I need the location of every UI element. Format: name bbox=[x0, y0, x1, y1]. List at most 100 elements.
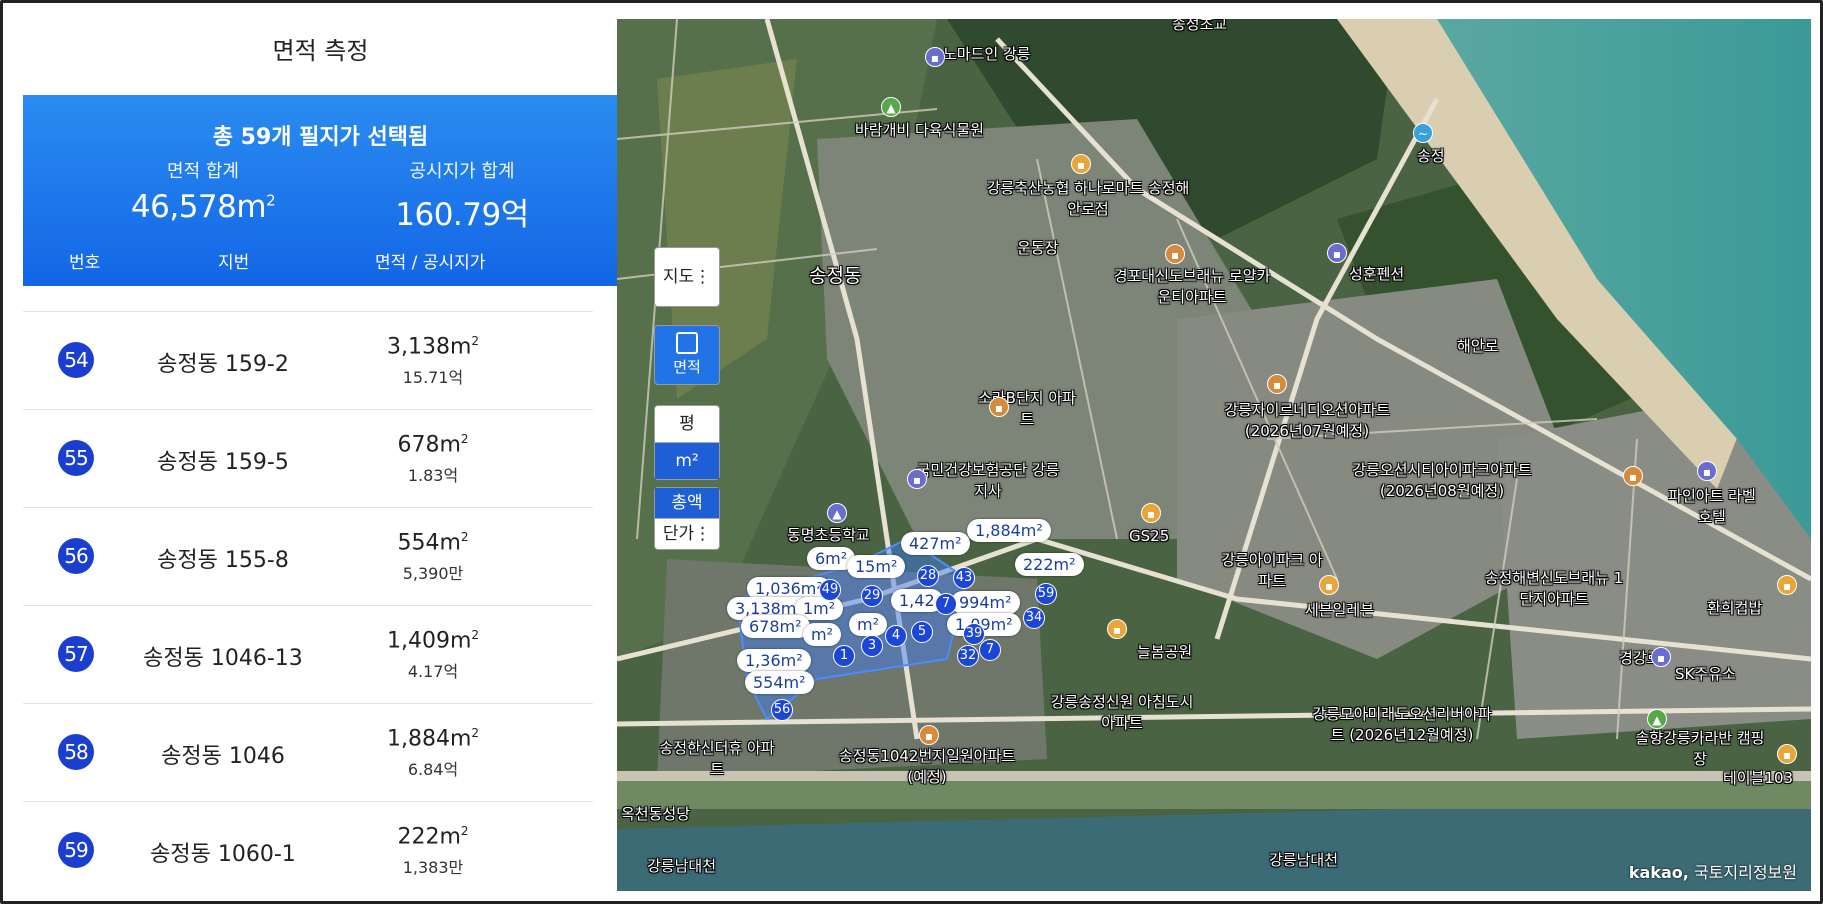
parcel-marker[interactable]: 3 bbox=[861, 635, 883, 657]
office-icon: ▪ bbox=[907, 469, 927, 489]
price-mode-toggle[interactable]: 총액 단가⋮ bbox=[654, 487, 720, 550]
unit-m2-option[interactable]: m² bbox=[655, 442, 719, 479]
restaurant-icon: ▪ bbox=[1777, 744, 1797, 764]
map-label: 강릉아이파크 아파트 bbox=[1221, 551, 1323, 590]
price-total-value: 160.79억 bbox=[395, 197, 529, 233]
map-label: 옥천동성당 bbox=[621, 805, 691, 823]
parcel-list[interactable]: 54 송정동 159-2 3,138m2 15.71억 55 송정동 159-5… bbox=[23, 311, 593, 899]
parcel-marker[interactable]: 32 bbox=[957, 645, 979, 667]
parcel-marker[interactable]: 28 bbox=[917, 565, 939, 587]
parcel-number: 59 bbox=[58, 832, 94, 868]
area-bubble[interactable]: 1,884m² bbox=[967, 519, 1051, 542]
area-bubble[interactable]: m² bbox=[803, 623, 841, 646]
map-label: 노마드인 강릉 bbox=[943, 45, 1031, 63]
area-tool-button[interactable]: 면적 bbox=[654, 325, 720, 385]
panel-title: 면적 측정 bbox=[272, 37, 369, 65]
map-label: 성훈펜션 bbox=[1349, 265, 1405, 283]
area-bubble[interactable]: 222m² bbox=[1015, 553, 1084, 576]
map-label: 송정한신더휴 아파트 bbox=[659, 739, 775, 778]
col-jibun: 지번 bbox=[218, 253, 250, 273]
area-bubble[interactable]: 554m² bbox=[745, 671, 814, 694]
mart-icon: ▪ bbox=[1071, 154, 1091, 174]
convenience-store-icon: ▪ bbox=[1319, 575, 1339, 595]
parcel-marker[interactable]: 5 bbox=[911, 621, 933, 643]
total-price-option[interactable]: 총액 bbox=[655, 488, 719, 518]
area-bubble[interactable]: 1,36m² bbox=[737, 649, 811, 672]
parcel-area: 1,884m2 bbox=[386, 726, 480, 752]
map-label: 해안로 bbox=[1457, 337, 1499, 355]
area-bubble[interactable]: 994m² bbox=[951, 591, 1020, 614]
unit-toggle[interactable]: 평 m² bbox=[654, 405, 720, 480]
parcel-price: 1,383만 bbox=[402, 858, 464, 877]
parcel-number: 56 bbox=[58, 538, 94, 574]
parcel-jibun: 송정동 1046 bbox=[161, 744, 285, 769]
parcel-marker[interactable]: 7 bbox=[979, 639, 1001, 661]
map-label: 경포대신도브래뉴 로얄카운티아파트 bbox=[1113, 267, 1271, 306]
map-label: 강릉오션시티아이파크아파트 (2026년08월예정) bbox=[1352, 461, 1532, 500]
area-bubble[interactable]: 15m² bbox=[847, 555, 906, 578]
motel-icon: ▪ bbox=[925, 47, 945, 67]
parcel-marker[interactable]: 29 bbox=[861, 585, 883, 607]
map-label: 강릉남대천 bbox=[1269, 851, 1339, 869]
apartment-icon: ▪ bbox=[989, 397, 1009, 417]
parcel-row[interactable]: 54 송정동 159-2 3,138m2 15.71억 bbox=[23, 311, 593, 409]
parcel-row[interactable]: 56 송정동 155-8 554m2 5,390만 bbox=[23, 507, 593, 605]
parcel-marker[interactable]: 1 bbox=[833, 645, 855, 667]
camping-icon: ▲ bbox=[1647, 709, 1667, 729]
map-label: 파인아트 라벨호텔 bbox=[1668, 487, 1756, 526]
apartment-icon: ▪ bbox=[1623, 466, 1643, 486]
parcel-marker[interactable]: 43 bbox=[953, 567, 975, 589]
parcel-row[interactable]: 59 송정동 1060-1 222m2 1,383만 bbox=[23, 801, 593, 899]
parcel-price: 1.83억 bbox=[407, 466, 459, 485]
map-label: 바람개비 다육식물원 bbox=[855, 121, 984, 139]
area-bubble[interactable]: m² bbox=[849, 613, 887, 636]
parcel-area: 678m2 bbox=[397, 432, 469, 458]
map-label: 송정 bbox=[1417, 147, 1445, 165]
parcel-row[interactable]: 58 송정동 1046 1,884m2 6.84억 bbox=[23, 703, 593, 801]
map-label: 송정동1042번지일원아파트 (예정) bbox=[838, 747, 1016, 786]
map-label: 늘봄공원 bbox=[1137, 643, 1193, 661]
pension-icon: ▪ bbox=[1327, 243, 1347, 263]
parcel-marker[interactable]: 4 bbox=[885, 625, 907, 647]
parcel-marker[interactable]: 7 bbox=[935, 593, 957, 615]
area-tool-icon bbox=[676, 332, 698, 354]
map-label: 강릉축산농협 하나로마트 송정해안로점 bbox=[986, 179, 1190, 218]
apartment-icon: ▪ bbox=[919, 725, 939, 745]
parcel-jibun: 송정동 1060-1 bbox=[150, 842, 296, 867]
parcel-number: 54 bbox=[58, 342, 94, 378]
map-label: 솔향강릉카라반 캠핑장 bbox=[1635, 729, 1765, 768]
map-label: 송정동 bbox=[809, 265, 862, 287]
parcel-price: 15.71억 bbox=[402, 368, 464, 387]
parcel-row[interactable]: 57 송정동 1046-13 1,409m2 4.17억 bbox=[23, 605, 593, 703]
hotel-icon: ▪ bbox=[1697, 461, 1717, 481]
parcel-row[interactable]: 55 송정동 159-5 678m2 1.83억 bbox=[23, 409, 593, 507]
gas-station-icon: ▪ bbox=[1651, 647, 1671, 667]
parcel-marker[interactable]: 34 bbox=[1023, 607, 1045, 629]
satellite-map[interactable]: 지도⋮ 면적 평 m² 총액 단가⋮ 송정초교 노마드인 강릉 바람개비 다육식… bbox=[617, 19, 1811, 891]
parcel-marker[interactable]: 49 bbox=[819, 579, 841, 601]
app-frame: 면적 측정 총 59개 필지가 선택됨 면적 합계 46,578m2 공시지가 … bbox=[0, 0, 1823, 904]
map-type-control[interactable]: 지도⋮ bbox=[654, 247, 720, 307]
unit-price-option[interactable]: 단가⋮ bbox=[655, 518, 719, 549]
park-icon: ▪ bbox=[1107, 619, 1127, 639]
price-total-label: 공시지가 합계 bbox=[409, 161, 515, 182]
area-total-value: 46,578m2 bbox=[130, 189, 276, 225]
parcel-number: 55 bbox=[58, 440, 94, 476]
map-imagery bbox=[617, 19, 1811, 891]
selection-summary: 총 59개 필지가 선택됨 면적 합계 46,578m2 공시지가 합계 160… bbox=[23, 95, 618, 286]
map-label: 강릉자이르네디오션아파트 (2026년07월예정) bbox=[1224, 401, 1390, 440]
parcel-area: 1,409m2 bbox=[386, 628, 480, 654]
map-label: 강릉송정신원 아침도시아파트 bbox=[1050, 693, 1194, 732]
area-bubble[interactable]: 427m² bbox=[901, 532, 970, 555]
parcel-area: 554m2 bbox=[397, 530, 469, 556]
parcel-marker[interactable]: 56 bbox=[771, 699, 793, 721]
area-bubble[interactable]: 678m² bbox=[741, 615, 810, 638]
parcel-jibun: 송정동 159-2 bbox=[157, 352, 289, 377]
unit-pyeong-option[interactable]: 평 bbox=[655, 406, 719, 442]
col-no: 번호 bbox=[69, 253, 101, 273]
map-label: 운동장 bbox=[1017, 239, 1059, 257]
parcel-number: 57 bbox=[58, 636, 94, 672]
parcel-marker[interactable]: 59 bbox=[1035, 583, 1057, 605]
parcel-price: 6.84억 bbox=[407, 760, 459, 779]
map-attribution: kakao, 국토지리정보원 bbox=[1628, 863, 1797, 882]
